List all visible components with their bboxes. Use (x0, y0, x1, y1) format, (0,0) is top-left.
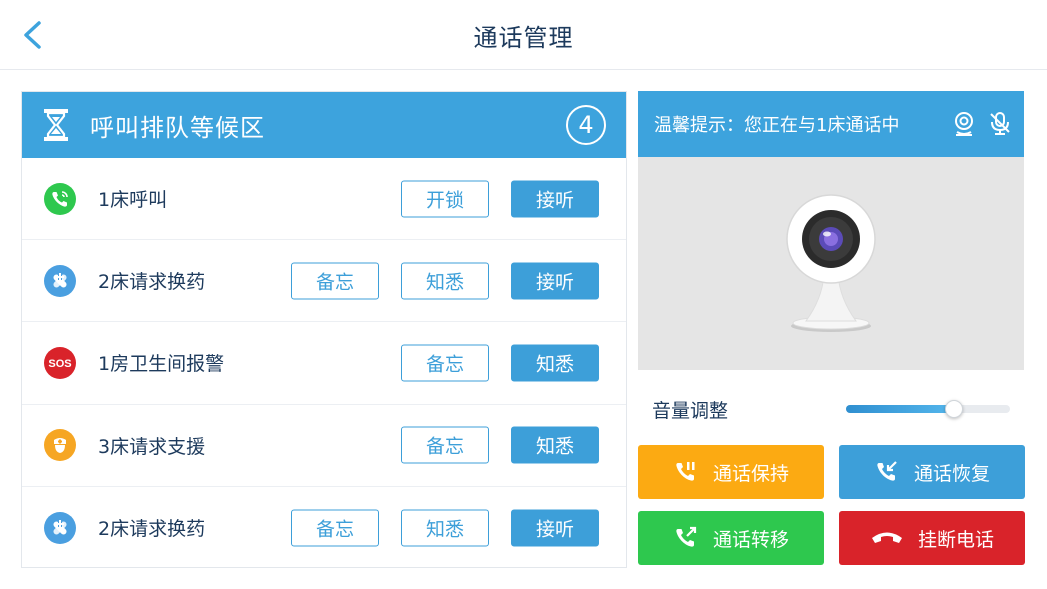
medicine-exchange-icon (44, 264, 76, 297)
queue-row: 2床请求换药 备忘 知悉 接听 (22, 240, 626, 323)
acknowledge-button[interactable]: 知悉 (511, 344, 599, 382)
queue-row: 1床呼叫 开锁 接听 (22, 158, 626, 241)
call-resume-icon (874, 459, 900, 485)
volume-slider-thumb[interactable] (945, 400, 964, 418)
call-status-tip: 温馨提示：您正在与1床通话中 (654, 115, 900, 136)
queue-row-label: 3床请求支援 (98, 435, 206, 458)
queue-row: 3床请求支援 备忘 知悉 (22, 405, 626, 487)
hang-up-button[interactable]: 挂断电话 (839, 511, 1025, 565)
microphone-off-icon[interactable] (988, 111, 1012, 137)
queue-row: 2床请求换药 备忘 知悉 接听 (22, 487, 626, 569)
camera-icon[interactable] (952, 111, 976, 137)
memo-button[interactable]: 备忘 (401, 344, 489, 382)
transfer-call-button[interactable]: 通话转移 (638, 511, 824, 565)
acknowledge-button[interactable]: 知悉 (511, 426, 599, 464)
queue-row-actions: 备忘 知悉 接听 (291, 262, 599, 300)
unlock-button[interactable]: 开锁 (401, 180, 489, 218)
volume-slider[interactable] (846, 400, 1010, 418)
call-transfer-icon (673, 525, 699, 551)
call-media-controls (952, 111, 1012, 137)
queue-row-actions: 备忘 知悉 (401, 344, 599, 382)
phone-call-icon (44, 182, 76, 215)
sos-icon: SOS (44, 346, 76, 379)
resume-call-button[interactable]: 通话恢复 (839, 445, 1025, 499)
memo-button[interactable]: 备忘 (401, 426, 489, 464)
hourglass-icon (44, 109, 68, 141)
nurse-support-icon (44, 429, 76, 462)
resume-call-label: 通话恢复 (913, 462, 990, 485)
call-header: 温馨提示：您正在与1床通话中 (638, 91, 1024, 157)
queue-title: 呼叫排队等候区 (90, 113, 265, 142)
top-bar: 通话管理 (0, 0, 1047, 70)
queue-row-label: 1床呼叫 (98, 189, 168, 212)
svg-text:SOS: SOS (48, 358, 71, 370)
acknowledge-button[interactable]: 知悉 (401, 509, 489, 547)
active-call-panel: 温馨提示：您正在与1床通话中 (638, 91, 1024, 370)
queue-row-actions: 开锁 接听 (401, 180, 599, 218)
answer-button[interactable]: 接听 (511, 262, 599, 300)
queue-row: SOS 1房卫生间报警 备忘 知悉 (22, 322, 626, 405)
call-hold-icon (673, 459, 699, 485)
queue-row-actions: 备忘 知悉 接听 (291, 509, 599, 547)
queue-row-actions: 备忘 知悉 (401, 426, 599, 464)
transfer-call-label: 通话转移 (712, 528, 789, 551)
hold-call-label: 通话保持 (712, 462, 789, 485)
queue-row-label: 2床请求换药 (98, 518, 206, 541)
memo-button[interactable]: 备忘 (291, 262, 379, 300)
memo-button[interactable]: 备忘 (291, 509, 379, 547)
hang-up-icon (870, 529, 904, 547)
video-preview (638, 157, 1024, 370)
medicine-exchange-icon (44, 511, 76, 544)
queue-header: 呼叫排队等候区 4 (22, 92, 626, 158)
answer-button[interactable]: 接听 (511, 509, 599, 547)
call-queue-panel: 呼叫排队等候区 4 1床呼叫 开锁 接听 2床请求换药 备忘 知悉 接听 SOS… (21, 91, 627, 568)
hang-up-label: 挂断电话 (917, 528, 994, 551)
queue-count-badge: 4 (566, 105, 606, 145)
answer-button[interactable]: 接听 (511, 180, 599, 218)
hold-call-button[interactable]: 通话保持 (638, 445, 824, 499)
queue-row-label: 1房卫生间报警 (98, 353, 225, 376)
acknowledge-button[interactable]: 知悉 (401, 262, 489, 300)
queue-row-label: 2床请求换药 (98, 271, 206, 294)
volume-control: 音量调整 (652, 396, 1012, 422)
webcam-illustration (786, 193, 876, 332)
volume-slider-fill (846, 405, 955, 413)
page-title: 通话管理 (473, 24, 574, 52)
volume-label: 音量调整 (652, 400, 729, 422)
